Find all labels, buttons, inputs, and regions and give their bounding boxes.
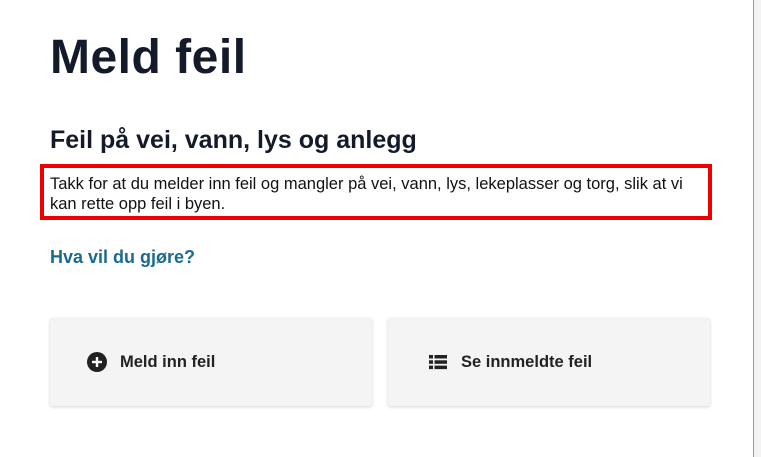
view-reported-issues-label: Se innmeldte feil (461, 352, 593, 371)
page: Meld feil Feil på vei, vann, lys og anle… (0, 0, 752, 457)
section-title: Feil på vei, vann, lys og anlegg (50, 126, 417, 154)
report-issue-label: Meld inn feil (120, 352, 216, 371)
view-reported-issues-button[interactable]: Se innmeldte feil (388, 318, 710, 406)
page-title: Meld feil (50, 31, 247, 84)
question-link[interactable]: Hva vil du gjøre? (50, 245, 195, 269)
plus-circle-icon (87, 352, 107, 372)
list-icon (428, 352, 448, 372)
scrollbar[interactable] (753, 0, 761, 457)
report-issue-button[interactable]: Meld inn feil (50, 318, 372, 406)
intro-text: Takk for at du melder inn feil og mangle… (50, 175, 683, 213)
